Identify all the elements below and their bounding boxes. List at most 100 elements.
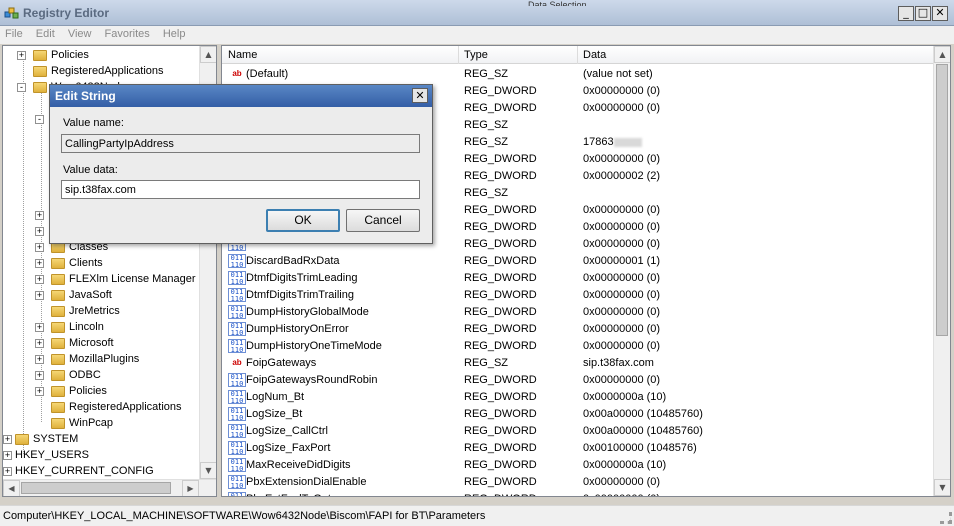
value-data: 0x00a00000 (10485760) <box>583 425 703 437</box>
collapse-icon[interactable]: - <box>35 115 44 124</box>
expand-icon[interactable]: + <box>35 259 44 268</box>
scroll-down-icon[interactable]: ▼ <box>200 462 216 479</box>
value-data: 17863 <box>583 136 642 148</box>
folder-icon <box>51 306 65 317</box>
value-type: REG_SZ <box>464 357 509 369</box>
list-row[interactable]: 011 110 LogNum_Bt REG_DWORD 0x0000000a (10) <box>222 388 933 405</box>
value-data-text: 0x00000002 (2) <box>583 170 661 182</box>
dword-value-icon: 011 110 <box>228 254 246 269</box>
value-name: LogNum_Bt <box>246 391 305 403</box>
list-row[interactable]: 011 110 PbxExtensionDialEnable REG_DWORD 0x… <box>222 473 933 490</box>
ok-button[interactable]: OK <box>266 209 340 232</box>
maximize-button[interactable]: □ <box>915 6 931 21</box>
expand-icon[interactable]: + <box>3 435 12 444</box>
value-type: REG_DWORD <box>464 476 537 488</box>
expand-icon[interactable]: + <box>35 387 44 396</box>
expand-icon[interactable]: + <box>35 227 44 236</box>
menu-help[interactable]: Help <box>158 26 191 42</box>
list-row[interactable]: 011 110 DumpHistoryGlobalMode REG_DWORD 0x0… <box>222 303 933 320</box>
column-header-data[interactable]: Data <box>583 49 606 61</box>
minimize-button[interactable]: _ <box>898 6 914 21</box>
list-row[interactable]: ab (Default) REG_SZ (value not set) <box>222 65 933 82</box>
expand-icon[interactable]: + <box>35 243 44 252</box>
menu-file[interactable]: File <box>0 26 28 42</box>
list-row[interactable]: 011 110 LogSize_Bt REG_DWORD 0x00a00000 (10… <box>222 405 933 422</box>
value-name: PbxExtFwdToGateway <box>246 493 357 496</box>
scroll-thumb[interactable] <box>936 64 948 336</box>
list-row[interactable]: 011 110 DtmfDigitsTrimTrailing REG_DWORD 0x… <box>222 286 933 303</box>
value-data: 0x00000000 (0) <box>583 102 660 114</box>
list-row[interactable]: 011 110 DumpHistoryOneTimeMode REG_DWORD 0x… <box>222 337 933 354</box>
close-window-button[interactable]: ✕ <box>932 6 948 21</box>
expand-icon[interactable]: + <box>35 275 44 284</box>
expand-icon[interactable]: + <box>35 339 44 348</box>
expand-icon[interactable]: + <box>35 355 44 364</box>
value-data: 0x00000001 (1) <box>583 255 660 267</box>
expand-icon[interactable]: + <box>17 51 26 60</box>
tree-horizontal-scrollbar[interactable]: ◀ ▶ <box>3 479 216 496</box>
folder-icon <box>51 370 65 381</box>
dialog-close-button[interactable]: ✕ <box>412 88 428 103</box>
collapse-icon[interactable]: - <box>17 83 26 92</box>
list-row[interactable]: 011 110 DumpHistoryOnError REG_DWORD 0x0000… <box>222 320 933 337</box>
dialog-title-bar[interactable]: Edit String ✕ <box>50 85 432 107</box>
cancel-button[interactable]: Cancel <box>346 209 420 232</box>
list-row[interactable]: 011 110 DtmfDigitsTrimLeading REG_DWORD 0x0… <box>222 269 933 286</box>
value-data: 0x00000000 (0) <box>583 493 660 496</box>
list-row[interactable]: 011 110 LogSize_CallCtrl REG_DWORD 0x00a000… <box>222 422 933 439</box>
expand-icon[interactable]: + <box>3 451 12 460</box>
value-data-text: 0x00000000 (0) <box>583 272 661 284</box>
folder-icon <box>15 434 29 445</box>
list-row[interactable]: 011 110 FoipGatewaysRoundRobin REG_DWORD 0x… <box>222 371 933 388</box>
value-type: REG_DWORD <box>464 459 537 471</box>
value-name: DiscardBadRxData <box>246 255 340 267</box>
value-data-field[interactable] <box>61 180 420 199</box>
scroll-thumb[interactable] <box>21 482 171 494</box>
scroll-up-icon[interactable]: ▲ <box>934 46 950 63</box>
folder-icon <box>51 338 65 349</box>
expand-icon[interactable]: + <box>35 211 44 220</box>
menu-view[interactable]: View <box>63 26 97 42</box>
column-header-name[interactable]: Name <box>228 49 257 61</box>
list-vertical-scrollbar[interactable]: ▲ ▼ <box>933 46 950 496</box>
dword-value-icon: 011 110 <box>228 424 246 439</box>
list-row[interactable]: 011 110PbxExtFwdToGateway REG_DWORD 0x0000… <box>222 490 933 496</box>
expand-icon[interactable]: + <box>3 467 12 476</box>
folder-icon <box>33 50 47 61</box>
list-row[interactable]: 011 110 DiscardBadRxData REG_DWORD 0x000000… <box>222 252 933 269</box>
dword-value-icon: 011 110 <box>228 441 246 456</box>
scroll-down-icon[interactable]: ▼ <box>934 479 950 496</box>
folder-icon <box>33 82 47 93</box>
value-data: 0x00000000 (0) <box>583 323 660 335</box>
value-data: 0x00000000 (0) <box>583 374 660 386</box>
column-header-type[interactable]: Type <box>464 49 488 61</box>
list-row[interactable]: ab FoipGateways REG_SZ sip.t38fax.com <box>222 354 933 371</box>
scroll-left-icon[interactable]: ◀ <box>3 480 20 496</box>
value-data-label: Value data: <box>63 164 118 176</box>
scroll-up-icon[interactable]: ▲ <box>200 46 216 63</box>
value-name: (Default) <box>246 68 289 80</box>
value-name: DumpHistoryOnError <box>246 323 349 335</box>
value-name: FoipGateways <box>246 357 317 369</box>
list-row[interactable]: 011 110 MaxReceiveDidDigits REG_DWORD 0x000… <box>222 456 933 473</box>
value-name: DtmfDigitsTrimTrailing <box>246 289 354 301</box>
folder-icon <box>33 66 47 77</box>
dword-value-icon: 011 110 <box>228 288 246 303</box>
value-name: DumpHistoryOneTimeMode <box>246 340 382 352</box>
value-type: REG_DWORD <box>464 408 537 420</box>
resize-grip-icon[interactable] <box>940 512 952 524</box>
menu-favorites[interactable]: Favorites <box>100 26 155 42</box>
value-data-text: 0x0000000a (10) <box>583 391 667 403</box>
expand-icon[interactable]: + <box>35 291 44 300</box>
dword-value-icon: 011 110 <box>228 271 246 286</box>
list-row[interactable]: 011 110 LogSize_FaxPort REG_DWORD 0x0010000… <box>222 439 933 456</box>
value-data-text: 0x00a00000 (10485760) <box>583 425 703 437</box>
expand-icon[interactable]: + <box>35 323 44 332</box>
dword-value-icon: 011 110 <box>228 305 246 320</box>
folder-icon <box>51 322 65 333</box>
expand-icon[interactable]: + <box>35 371 44 380</box>
scroll-right-icon[interactable]: ▶ <box>182 480 199 496</box>
value-name-field[interactable] <box>61 134 420 153</box>
value-type: REG_DWORD <box>464 170 537 182</box>
menu-edit[interactable]: Edit <box>31 26 60 42</box>
